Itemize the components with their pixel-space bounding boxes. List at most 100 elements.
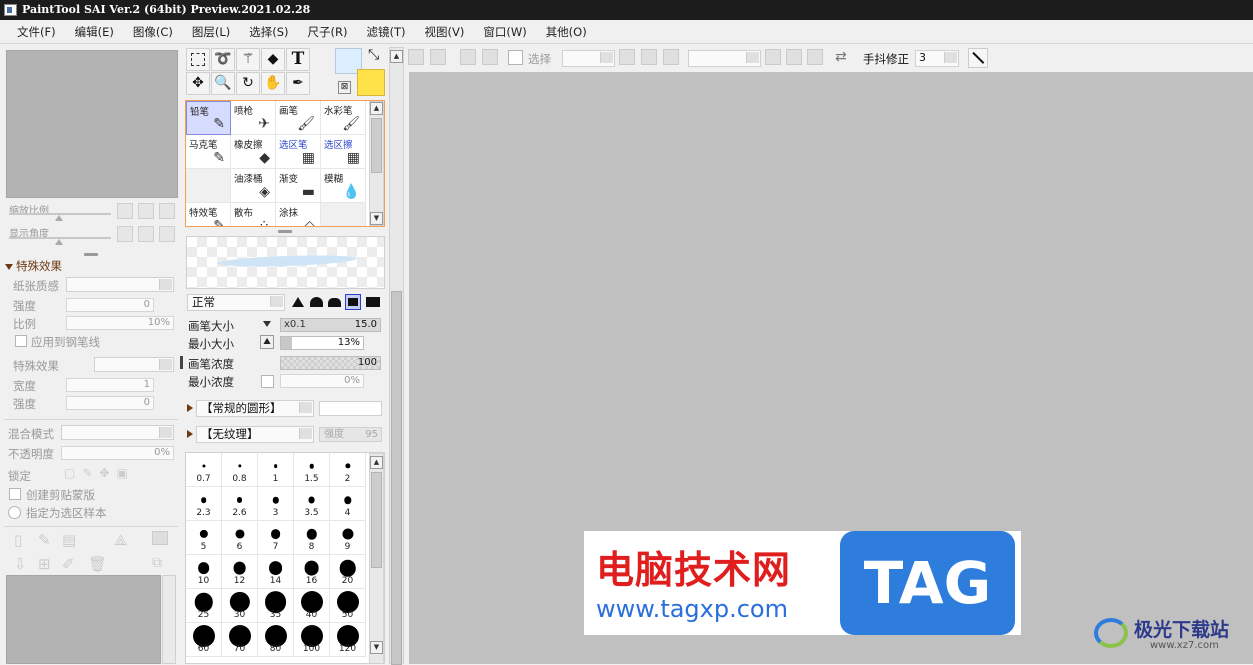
- tip-flat-icon[interactable]: [345, 294, 361, 310]
- tool-cell-0[interactable]: 铅笔 ✎: [186, 101, 231, 135]
- tool-cell-4[interactable]: 马克笔 ✎: [186, 135, 231, 169]
- new-layer-icon[interactable]: ▯: [14, 531, 22, 549]
- effect-dropdown[interactable]: [94, 357, 174, 372]
- size-scroll-up-icon[interactable]: ▲: [370, 456, 383, 469]
- brush-size-preset[interactable]: 3.5: [294, 487, 330, 521]
- tool-cell-10[interactable]: 渐变 ▬: [276, 169, 321, 203]
- select-dropdown[interactable]: [562, 50, 615, 67]
- brush-size-preset[interactable]: 20: [330, 555, 366, 589]
- add-icon[interactable]: ⊞: [38, 555, 51, 573]
- brush-size-preset[interactable]: 4: [330, 487, 366, 521]
- panel-splitter[interactable]: [84, 253, 98, 256]
- zoom-tool[interactable]: 🔍: [211, 72, 235, 95]
- brush-size-preset[interactable]: 120: [330, 623, 366, 657]
- new-folder-icon[interactable]: ▤: [62, 531, 76, 549]
- mask-icon[interactable]: [152, 531, 168, 545]
- brush-size-preset[interactable]: 14: [258, 555, 294, 589]
- brush-size-preset[interactable]: 3: [258, 487, 294, 521]
- brush-size-preset[interactable]: 1.5: [294, 453, 330, 487]
- texture-strength-field[interactable]: 强度 95: [319, 427, 382, 442]
- panel-scroll-up-icon[interactable]: ▲: [390, 50, 403, 63]
- brush-size-preset[interactable]: 5: [186, 521, 222, 555]
- clear-layer-icon[interactable]: ✐: [62, 555, 75, 573]
- menu-layer[interactable]: 图层(L): [182, 20, 239, 43]
- brush-size-preset[interactable]: 6: [222, 521, 258, 555]
- min-size-field[interactable]: 13%: [280, 336, 364, 350]
- merge-down-icon[interactable]: ⇩: [14, 555, 27, 573]
- brush-size-preset[interactable]: 0.7: [186, 453, 222, 487]
- clip-mask-checkbox[interactable]: [9, 488, 21, 500]
- tool-cell-5[interactable]: 橡皮擦 ◆: [231, 135, 276, 169]
- tip-soft-icon[interactable]: [328, 298, 341, 307]
- panel-scroll-thumb[interactable]: [391, 291, 402, 665]
- new-pen-layer-icon[interactable]: ✎: [38, 531, 51, 549]
- size-mode-icon[interactable]: [263, 321, 271, 327]
- hand-tool[interactable]: ✋: [261, 72, 285, 95]
- layer-list[interactable]: [6, 575, 161, 664]
- zoom-slider-thumb[interactable]: [55, 215, 63, 221]
- layer-list-scrollbar[interactable]: [162, 575, 176, 664]
- scroll-down-icon[interactable]: ▼: [370, 212, 383, 225]
- transparent-color-icon[interactable]: ⊠: [338, 81, 351, 94]
- menu-select[interactable]: 选择(S): [239, 20, 297, 43]
- panel-scrollbar[interactable]: ▲: [389, 47, 404, 665]
- min-density-checkbox[interactable]: [261, 375, 274, 388]
- zoom-in-button[interactable]: [138, 203, 154, 219]
- texture-expand-icon[interactable]: [187, 430, 193, 438]
- tool-cell-11[interactable]: 模糊 💧: [321, 169, 366, 203]
- paper-strength-field[interactable]: 0: [66, 298, 154, 312]
- lock-icons[interactable]: ▢✎✥▣: [64, 466, 135, 480]
- brush-size-preset[interactable]: 50: [330, 589, 366, 623]
- layer-extra-icon[interactable]: ⧉: [152, 555, 162, 571]
- brush-size-preset[interactable]: 1: [258, 453, 294, 487]
- text-tool[interactable]: T: [286, 48, 310, 71]
- opacity-field[interactable]: 0%: [61, 446, 174, 460]
- brush-size-preset[interactable]: 2.6: [222, 487, 258, 521]
- zoom-in-tb-button[interactable]: [641, 49, 657, 65]
- effects-header[interactable]: 特殊效果: [5, 258, 62, 274]
- tool-cell-6[interactable]: 选区笔 ▦: [276, 135, 321, 169]
- tool-cell-14[interactable]: 涂抹 ◇: [276, 203, 321, 226]
- brush-size-preset[interactable]: 8: [294, 521, 330, 555]
- zoom-reset-button[interactable]: [159, 203, 175, 219]
- tip-hard-icon[interactable]: [292, 297, 304, 307]
- layer-effect-icon[interactable]: ⟁: [114, 531, 127, 549]
- brush-size-preset[interactable]: 80: [258, 623, 294, 657]
- size-scroll-thumb[interactable]: [371, 472, 382, 568]
- brush-size-preset[interactable]: 35: [258, 589, 294, 623]
- rotate-reset-tb-button[interactable]: [807, 49, 823, 65]
- brush-size-preset[interactable]: 7: [258, 521, 294, 555]
- brush-size-preset[interactable]: 2.3: [186, 487, 222, 521]
- menu-image[interactable]: 图像(C): [123, 20, 182, 43]
- rotate-reset-button[interactable]: [159, 226, 175, 242]
- brush-size-preset[interactable]: 100: [294, 623, 330, 657]
- tool-cell-3[interactable]: 水彩笔 🖌: [321, 101, 366, 135]
- brush-size-preset[interactable]: 25: [186, 589, 222, 623]
- brush-mode-dropdown[interactable]: 正常: [187, 294, 285, 311]
- brush-shape-dropdown[interactable]: 【常规的圆形】: [196, 400, 314, 417]
- lasso-tool[interactable]: ➰: [211, 48, 235, 71]
- brush-size-preset[interactable]: 70: [222, 623, 258, 657]
- scroll-up-icon[interactable]: ▲: [370, 102, 383, 115]
- stabilizer-dropdown[interactable]: 3: [915, 50, 959, 67]
- brush-texture-dropdown[interactable]: 【无纹理】: [196, 426, 314, 443]
- tool-grid-splitter[interactable]: [278, 230, 292, 233]
- invert-select-button[interactable]: [482, 49, 498, 65]
- min-density-field[interactable]: 0%: [280, 374, 364, 388]
- brush-shape-param[interactable]: [319, 401, 382, 416]
- tool-cell-2[interactable]: 画笔 🖌: [276, 101, 321, 135]
- tool-cell-9[interactable]: 油漆桶 ◈: [231, 169, 276, 203]
- brush-size-preset[interactable]: 0.8: [222, 453, 258, 487]
- brush-size-preset[interactable]: 16: [294, 555, 330, 589]
- brush-size-preset[interactable]: 40: [294, 589, 330, 623]
- redo-button[interactable]: [430, 49, 446, 65]
- brush-size-preset[interactable]: 60: [186, 623, 222, 657]
- flip-icon[interactable]: ⇄: [835, 49, 847, 65]
- swap-colors-icon[interactable]: ⤡: [368, 47, 379, 63]
- move-tool[interactable]: ✥: [186, 72, 210, 95]
- rotate-cw-button[interactable]: [786, 49, 802, 65]
- rect-select-tool[interactable]: [186, 48, 210, 71]
- menu-ruler[interactable]: 尺子(R): [298, 20, 357, 43]
- min-size-icon[interactable]: ⛰: [260, 335, 274, 349]
- tool-cell-1[interactable]: 喷枪 ✈: [231, 101, 276, 135]
